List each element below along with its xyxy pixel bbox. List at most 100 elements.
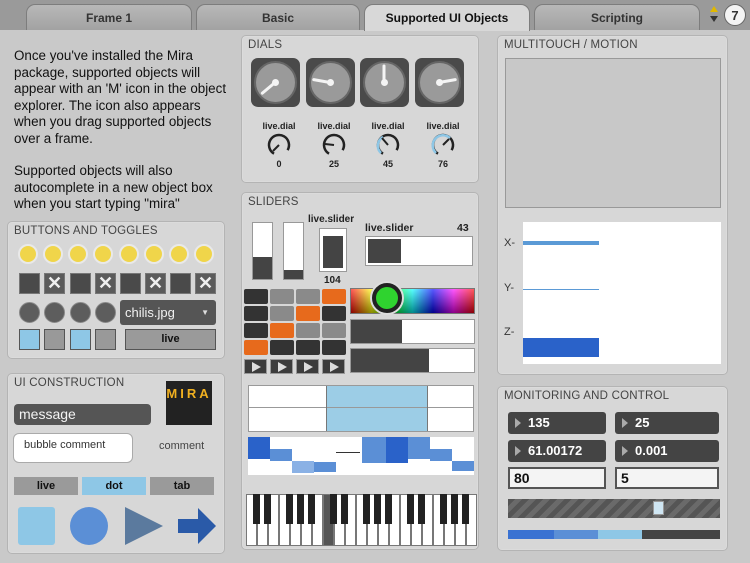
multislider[interactable] xyxy=(248,437,474,475)
button[interactable] xyxy=(144,244,164,264)
radio-button[interactable] xyxy=(19,302,40,323)
piano-black-key[interactable] xyxy=(363,494,370,524)
radio-tab[interactable] xyxy=(95,329,116,350)
umenu-dropdown[interactable]: chilis.jpg ▼ xyxy=(120,300,216,325)
piano-black-key[interactable] xyxy=(286,494,293,524)
square-shape-button[interactable] xyxy=(18,507,55,545)
number-input[interactable]: 80 xyxy=(508,467,606,489)
live-slider-horizontal[interactable] xyxy=(365,236,473,266)
piano-black-key[interactable] xyxy=(418,494,425,524)
tab-frame-1[interactable]: Frame 1 xyxy=(26,4,192,30)
message-box[interactable]: message xyxy=(14,404,151,425)
piano-black-key[interactable] xyxy=(407,494,414,524)
dial[interactable] xyxy=(415,58,464,107)
live-slider-vertical[interactable] xyxy=(319,228,347,272)
live-dial-knob[interactable] xyxy=(321,132,347,158)
toggle-checked[interactable]: ✕ xyxy=(195,273,216,294)
toggle-checked[interactable]: ✕ xyxy=(95,273,116,294)
tab-scripting[interactable]: Scripting xyxy=(534,4,700,30)
piano-black-key[interactable] xyxy=(440,494,447,524)
pad-button[interactable] xyxy=(322,306,346,321)
piano-black-key[interactable] xyxy=(374,494,381,524)
piano-black-key[interactable] xyxy=(341,494,348,524)
pad-button[interactable] xyxy=(270,340,294,355)
vertical-slider[interactable] xyxy=(252,222,273,280)
pad-button[interactable] xyxy=(270,306,294,321)
toggle[interactable] xyxy=(120,273,141,294)
dial[interactable] xyxy=(360,58,409,107)
pad-button[interactable] xyxy=(296,340,320,355)
number-box[interactable]: 135 xyxy=(508,412,606,434)
float-box[interactable]: 61.00172 xyxy=(508,440,606,462)
dial[interactable] xyxy=(306,58,355,107)
live-dial-knob[interactable] xyxy=(430,132,456,158)
tab-tab[interactable]: tab xyxy=(150,477,214,495)
max-logo-icon[interactable]: 7 xyxy=(724,4,746,26)
piano-black-key[interactable] xyxy=(451,494,458,524)
button[interactable] xyxy=(43,244,63,264)
piano-black-key[interactable] xyxy=(297,494,304,524)
radio-button[interactable] xyxy=(70,302,91,323)
tab-live[interactable]: live xyxy=(14,477,78,495)
pad-button[interactable] xyxy=(244,289,268,304)
piano-black-key[interactable] xyxy=(330,494,337,524)
piano-black-key[interactable] xyxy=(462,494,469,524)
pad-button[interactable] xyxy=(296,306,320,321)
piano-black-key[interactable] xyxy=(253,494,260,524)
pad-button[interactable] xyxy=(270,323,294,338)
color-picker-handle[interactable] xyxy=(372,283,402,313)
toggle[interactable] xyxy=(70,273,91,294)
radio-button[interactable] xyxy=(95,302,116,323)
vertical-slider[interactable] xyxy=(283,222,304,280)
pad-button[interactable] xyxy=(270,289,294,304)
pad-button[interactable] xyxy=(244,340,268,355)
radio-tab[interactable] xyxy=(70,329,91,350)
live-button[interactable]: live xyxy=(125,329,216,350)
tab-scroll-arrows-icon[interactable] xyxy=(710,6,722,26)
color-picker[interactable] xyxy=(350,283,475,314)
dial[interactable] xyxy=(251,58,300,107)
number-input[interactable]: 5 xyxy=(615,467,719,489)
level-slider[interactable] xyxy=(508,499,720,518)
number-box[interactable]: 25 xyxy=(615,412,719,434)
pad-button[interactable] xyxy=(296,289,320,304)
tab-supported-ui-objects[interactable]: Supported UI Objects xyxy=(364,4,530,31)
level-slider-handle[interactable] xyxy=(653,501,664,515)
pad-button[interactable] xyxy=(296,323,320,338)
tab-basic[interactable]: Basic xyxy=(196,4,360,30)
play-triangle-icon[interactable] xyxy=(123,505,165,547)
pad-button[interactable] xyxy=(322,340,346,355)
piano-black-key[interactable] xyxy=(308,494,315,524)
play-button[interactable] xyxy=(322,359,345,374)
multitouch-area[interactable] xyxy=(505,58,721,208)
range-slider[interactable] xyxy=(248,385,474,432)
play-button[interactable] xyxy=(270,359,293,374)
float-box[interactable]: 0.001 xyxy=(615,440,719,462)
toggle[interactable] xyxy=(19,273,40,294)
circle-shape-button[interactable] xyxy=(70,507,108,545)
play-button[interactable] xyxy=(296,359,319,374)
piano-black-key[interactable] xyxy=(385,494,392,524)
horizontal-slider[interactable] xyxy=(350,348,475,373)
button[interactable] xyxy=(18,244,38,264)
pad-button[interactable] xyxy=(322,323,346,338)
toggle-checked[interactable]: ✕ xyxy=(145,273,166,294)
live-dial-knob[interactable] xyxy=(375,132,401,158)
arrow-right-icon[interactable] xyxy=(176,506,218,546)
play-button[interactable] xyxy=(244,359,267,374)
toggle[interactable] xyxy=(170,273,191,294)
pad-button[interactable] xyxy=(244,306,268,321)
button[interactable] xyxy=(119,244,139,264)
pad-button[interactable] xyxy=(322,289,346,304)
pad-button[interactable] xyxy=(244,323,268,338)
radio-button[interactable] xyxy=(44,302,65,323)
toggle-checked[interactable]: ✕ xyxy=(44,273,65,294)
piano-keyboard[interactable] xyxy=(246,494,477,548)
live-dial-knob[interactable] xyxy=(266,132,292,158)
button[interactable] xyxy=(169,244,189,264)
button[interactable] xyxy=(68,244,88,264)
horizontal-slider[interactable] xyxy=(350,319,475,344)
radio-tab[interactable] xyxy=(44,329,65,350)
button[interactable] xyxy=(93,244,113,264)
button[interactable] xyxy=(194,244,214,264)
